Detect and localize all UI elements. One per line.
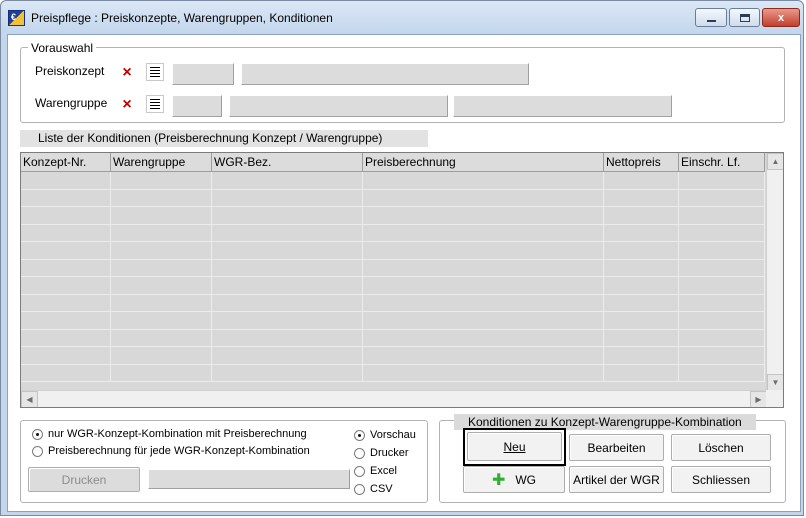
wg-button[interactable]: ✚ WG bbox=[463, 466, 565, 493]
client-area: Vorauswahl Preiskonzept × Warengruppe × … bbox=[7, 34, 801, 512]
drucken-button[interactable]: Drucken bbox=[28, 467, 140, 492]
radio-vorschau-label: Vorschau bbox=[370, 429, 416, 441]
table-row[interactable] bbox=[21, 172, 765, 190]
maximize-button[interactable] bbox=[729, 8, 760, 27]
radio-drucker-dot[interactable] bbox=[354, 447, 365, 459]
col-konzept-nr[interactable]: Konzept-Nr. bbox=[21, 153, 111, 172]
radio-csv[interactable]: CSV bbox=[354, 483, 393, 495]
table-row[interactable] bbox=[21, 259, 765, 277]
close-icon: x bbox=[777, 11, 785, 24]
radio-csv-label: CSV bbox=[370, 483, 393, 495]
table-row[interactable] bbox=[21, 224, 765, 242]
artikel-der-wgr-button[interactable]: Artikel der WGR bbox=[569, 466, 664, 493]
radio-each-combo-label: Preisberechnung für jede WGR-Konzept-Kom… bbox=[48, 445, 310, 457]
list-title: Liste der Konditionen (Preisberechnung K… bbox=[20, 130, 428, 147]
radio-each-combo-dot[interactable] bbox=[32, 445, 43, 457]
table-body bbox=[21, 172, 765, 382]
radio-combo-only-label: nur WGR-Konzept-Kombination mit Preisber… bbox=[48, 428, 307, 440]
radio-each-combo[interactable]: Preisberechnung für jede WGR-Konzept-Kom… bbox=[32, 445, 310, 457]
preiskonzept-code-field[interactable] bbox=[172, 63, 234, 85]
scroll-corner bbox=[766, 390, 783, 407]
clear-preiskonzept-x-icon[interactable]: × bbox=[121, 65, 133, 81]
plus-icon: ✚ bbox=[491, 471, 506, 489]
radio-excel-label: Excel bbox=[370, 465, 397, 477]
vertical-scrollbar[interactable]: ▲ ▼ bbox=[766, 153, 783, 391]
konditionen-table[interactable]: Konzept-Nr. Warengruppe WGR-Bez. Preisbe… bbox=[20, 152, 784, 408]
warengruppe-extra-field[interactable] bbox=[453, 95, 672, 117]
neu-button[interactable]: Neu bbox=[467, 432, 562, 461]
col-warengruppe[interactable]: Warengruppe bbox=[111, 153, 212, 172]
scroll-right-icon[interactable]: ▶ bbox=[750, 391, 767, 407]
table-row[interactable] bbox=[21, 242, 765, 260]
minimize-button[interactable] bbox=[695, 8, 727, 27]
warengruppe-code-field[interactable] bbox=[172, 95, 222, 117]
app-icon: € bbox=[8, 10, 25, 26]
preiskonzept-list-icon[interactable] bbox=[146, 63, 164, 81]
preiskonzept-name-field[interactable] bbox=[241, 63, 529, 85]
scroll-up-icon[interactable]: ▲ bbox=[767, 153, 783, 170]
table-row[interactable] bbox=[21, 364, 765, 382]
window: € Preispflege : Preiskonzepte, Warengrup… bbox=[0, 0, 804, 516]
scroll-left-icon[interactable]: ◀ bbox=[21, 391, 38, 407]
artikel-der-wgr-label: Artikel der WGR bbox=[573, 472, 660, 487]
col-einschr-lf[interactable]: Einschr. Lf. bbox=[679, 153, 765, 172]
print-status-field bbox=[148, 469, 350, 489]
col-nettopreis[interactable]: Nettopreis bbox=[604, 153, 679, 172]
title-bar: € Preispflege : Preiskonzepte, Warengrup… bbox=[1, 1, 803, 34]
table-row[interactable] bbox=[21, 207, 765, 225]
radio-vorschau-dot[interactable] bbox=[354, 429, 365, 441]
wg-label: WG bbox=[515, 472, 537, 487]
radio-csv-dot[interactable] bbox=[354, 483, 365, 495]
warengruppe-label: Warengruppe bbox=[35, 96, 108, 110]
warengruppe-list-icon[interactable] bbox=[146, 95, 164, 113]
schliessen-label: Schliessen bbox=[691, 472, 751, 487]
col-preisberechnung[interactable]: Preisberechnung bbox=[363, 153, 604, 172]
radio-excel-dot[interactable] bbox=[354, 465, 365, 477]
window-title: Preispflege : Preiskonzepte, Warengruppe… bbox=[31, 11, 333, 25]
table-row[interactable] bbox=[21, 347, 765, 365]
scroll-down-icon[interactable]: ▼ bbox=[767, 374, 783, 391]
radio-excel[interactable]: Excel bbox=[354, 465, 397, 477]
bearbeiten-label: Bearbeiten bbox=[587, 440, 646, 455]
loeschen-label: Löschen bbox=[698, 440, 744, 455]
col-wgr-bez[interactable]: WGR-Bez. bbox=[212, 153, 363, 172]
preiskonzept-label: Preiskonzept bbox=[35, 64, 105, 78]
radio-combo-only[interactable]: nur WGR-Konzept-Kombination mit Preisber… bbox=[32, 428, 307, 440]
neu-label: Neu bbox=[503, 439, 526, 454]
schliessen-button[interactable]: Schliessen bbox=[671, 466, 771, 493]
radio-drucker[interactable]: Drucker bbox=[354, 447, 409, 459]
table-row[interactable] bbox=[21, 189, 765, 207]
drucken-label: Drucken bbox=[61, 472, 107, 487]
radio-combo-only-dot[interactable] bbox=[32, 428, 43, 440]
clear-warengruppe-x-icon[interactable]: × bbox=[121, 97, 133, 113]
radio-vorschau[interactable]: Vorschau bbox=[354, 429, 416, 441]
radio-drucker-label: Drucker bbox=[370, 447, 409, 459]
close-button[interactable]: x bbox=[762, 8, 800, 27]
bearbeiten-button[interactable]: Bearbeiten bbox=[569, 434, 664, 461]
table-header: Konzept-Nr. Warengruppe WGR-Bez. Preisbe… bbox=[21, 153, 765, 172]
table-row[interactable] bbox=[21, 312, 765, 330]
vorauswahl-legend: Vorauswahl bbox=[28, 40, 97, 56]
warengruppe-name-field[interactable] bbox=[229, 95, 448, 117]
loeschen-button[interactable]: Löschen bbox=[671, 434, 771, 461]
table-row[interactable] bbox=[21, 277, 765, 295]
table-row[interactable] bbox=[21, 294, 765, 312]
horizontal-scrollbar[interactable]: ◀ ▶ bbox=[21, 390, 767, 407]
maximize-icon bbox=[739, 13, 750, 22]
table-row[interactable] bbox=[21, 329, 765, 347]
minimize-icon bbox=[706, 19, 716, 22]
